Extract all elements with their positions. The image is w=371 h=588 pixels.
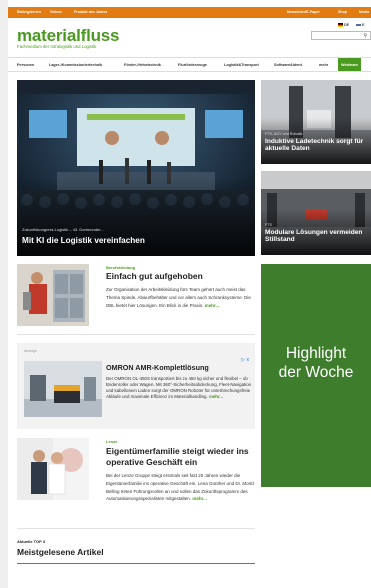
top3-underline [17,563,255,564]
language-de[interactable]: DE [338,23,349,27]
ad-text: Der OMRON OL-450S transportiert bis zu 4… [106,376,252,399]
side-teaser-2-kicker: FTS [265,223,272,227]
page: Bildergalerien Videos Produkt des Jahres… [8,0,371,588]
top3-title: Meistgelesene Artikel [17,547,104,557]
topbar-link-product[interactable]: Produkt des Jahres [74,10,107,14]
nav-item-lager[interactable]: Lager-/Kommissioniertechnik [49,63,102,67]
ad-teaser[interactable]: Anzeige ▷ x OMRON AMR-Komplettlösung Der… [17,343,255,429]
nav-item-software[interactable]: Software&Ident [274,63,302,67]
hero-title[interactable]: Mit KI die Logistik vereinfachen [22,236,145,245]
ad-more-link[interactable]: mehr... [209,394,223,399]
topbar-link-media[interactable]: Media [359,10,369,14]
ad-image [24,361,102,417]
ad-choices-icon[interactable]: ▷ x [241,357,249,363]
search-icon[interactable]: ⚲ [363,33,367,39]
nav-item-flurfoerder[interactable]: Flurförderzeuge [178,63,207,67]
topbar-link-shop[interactable]: Shop [338,10,347,14]
article-2-more-link[interactable]: mehr... [192,496,207,501]
article-1-more-link[interactable]: mehr... [205,303,220,308]
nav-item-webinare[interactable]: Webinare [338,58,362,71]
divider [17,528,255,529]
article-2-title[interactable]: Eigentümerfamilie steigt wieder ins oper… [106,446,256,467]
nav-item-more[interactable]: mehr [319,63,328,67]
article-1-image[interactable] [17,264,89,326]
ad-title[interactable]: OMRON AMR-Komplettlösung [106,363,209,372]
article-2-kicker: Lenze [106,439,118,444]
article-2-text: Bei der Lenze Gruppe steigt erstmals sei… [106,473,255,502]
site-tagline: Fachmedium der Intralogistik und Logisti… [17,44,97,49]
main-nav: Personen Lager-/Kommissioniertechnik För… [8,57,371,72]
language-en[interactable]: E [356,23,364,27]
divider [17,334,255,335]
article-1-text: Zur Organisation der Arbeitskleidung für… [106,287,251,308]
search-input[interactable]: ⚲ [311,31,371,40]
ad-label: Anzeige [24,349,37,353]
article-1-title[interactable]: Einfach gut aufgehoben [106,271,256,282]
highlight-title: Highlight der Woche [278,345,354,381]
top3-kicker: Aktuelle TOP 3 [17,539,46,544]
side-teaser-1-title[interactable]: Induktive Ladetechnik sorgt für aktuelle… [265,138,371,152]
hero-teaser[interactable]: Zukunftskongress Logistik – 43. Dortmund… [17,80,255,256]
site-logo[interactable]: materialfluss [17,26,119,46]
topbar-link-newsletter[interactable]: Newsletter/E-Paper [287,10,320,14]
top-bar: Bildergalerien Videos Produkt des Jahres… [8,7,371,18]
side-teaser-2[interactable]: FTS Modulare Lösungen vermeiden Stillsta… [261,171,371,255]
hero-caption: Zukunftskongress Logistik – 43. Dortmund… [22,227,104,232]
side-teaser-2-title[interactable]: Modulare Lösungen vermeiden Stillstand [265,229,371,243]
side-teaser-1-kicker: FTS, AGV und Robotik [265,132,303,136]
article-1-kicker: Berufskleidung [106,265,136,270]
article-2-image[interactable] [17,438,89,500]
topbar-link-videos[interactable]: Videos [50,10,62,14]
topbar-link-gallery[interactable]: Bildergalerien [17,10,41,14]
side-teaser-1[interactable]: FTS, AGV und Robotik Induktive Ladetechn… [261,80,371,164]
nav-item-logistik[interactable]: Logistik&Transport [224,63,259,67]
nav-item-personen[interactable]: Personen [17,63,34,67]
highlight-of-the-week[interactable]: Highlight der Woche [261,264,371,487]
flag-uk-icon [356,23,361,27]
nav-item-foerder[interactable]: Förder-/Hebetechnik [124,63,161,67]
flag-de-icon [338,23,343,27]
